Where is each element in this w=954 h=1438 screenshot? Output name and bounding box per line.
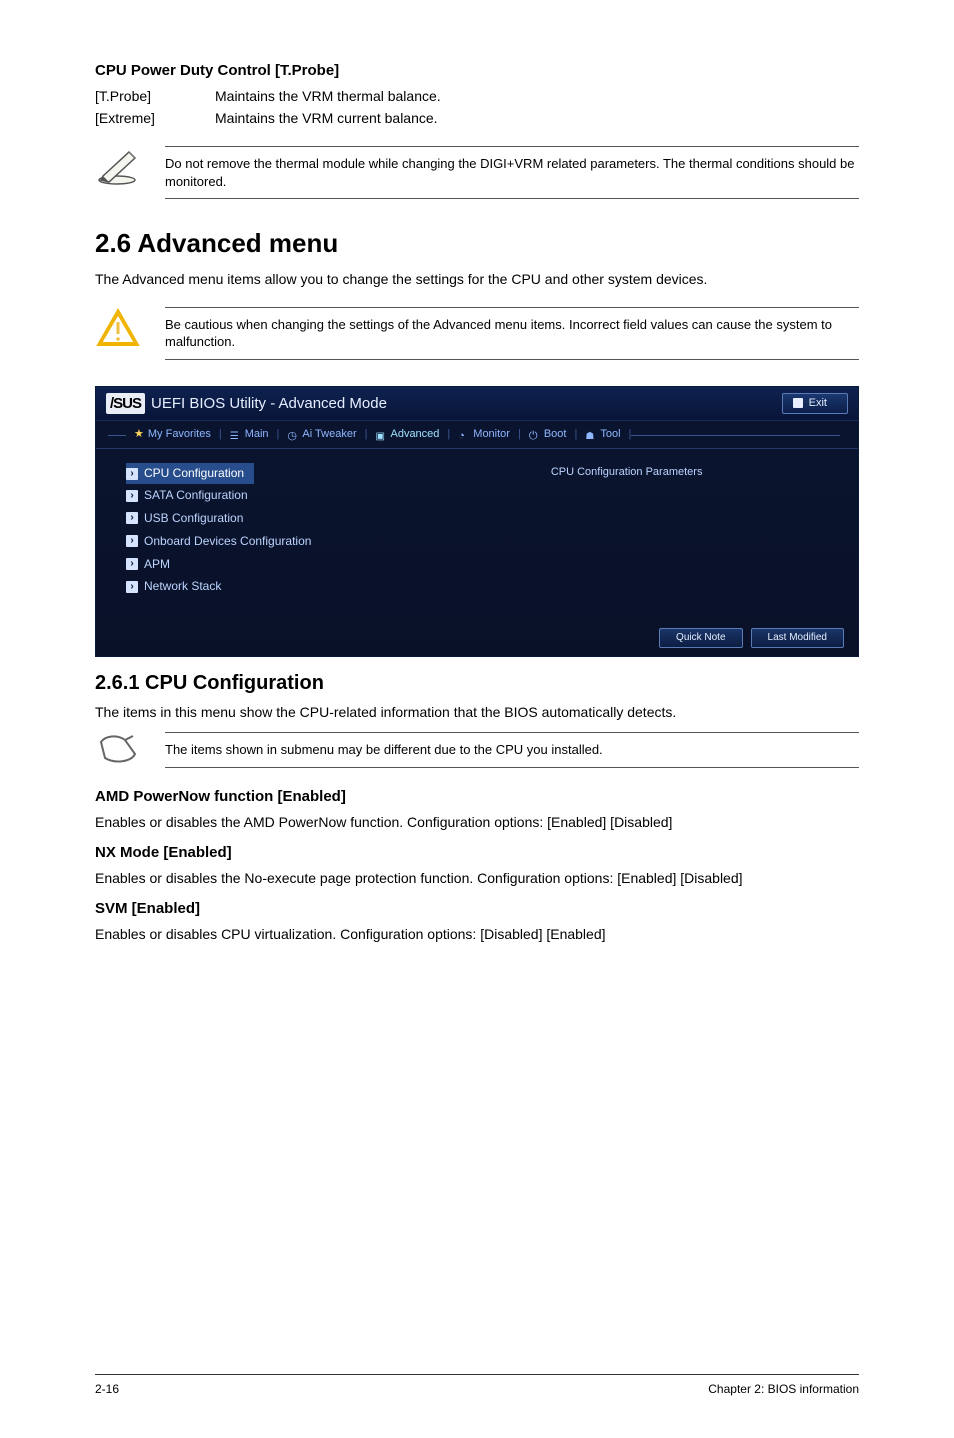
chevron-right-icon: › <box>126 490 138 502</box>
bios-item-apm[interactable]: ›APM <box>126 553 531 576</box>
bios-title: UEFI BIOS Utility - Advanced Mode <box>151 393 387 414</box>
tab-my-favorites[interactable]: ★My Favorites <box>126 421 219 448</box>
bios-item-sata-config[interactable]: ›SATA Configuration <box>126 484 531 507</box>
chapter-label: Chapter 2: BIOS information <box>708 1381 859 1398</box>
para-amd-powernow: Enables or disables the AMD PowerNow fun… <box>95 813 859 832</box>
heading-cpu-power-duty: CPU Power Duty Control [T.Probe] <box>95 60 859 81</box>
def-row: [T.Probe] Maintains the VRM thermal bala… <box>95 87 859 107</box>
pencil-icon <box>95 146 165 186</box>
def-desc: Maintains the VRM thermal balance. <box>215 87 441 107</box>
quick-note-button[interactable]: Quick Note <box>659 628 742 648</box>
tab-advanced[interactable]: Advanced <box>367 421 447 448</box>
bios-item-cpu-config[interactable]: ›CPU Configuration <box>126 463 254 484</box>
section-title-2-6: 2.6 Advanced menu <box>95 225 859 261</box>
caution-block: Be cautious when changing the settings o… <box>95 307 859 360</box>
bios-help-panel: CPU Configuration Parameters <box>531 463 840 614</box>
para-svm: Enables or disables CPU virtualization. … <box>95 925 859 944</box>
bios-item-onboard-devices[interactable]: ›Onboard Devices Configuration <box>126 530 531 553</box>
bios-item-usb-config[interactable]: ›USB Configuration <box>126 507 531 530</box>
tab-tool[interactable]: Tool <box>577 421 628 448</box>
chevron-right-icon: › <box>126 558 138 570</box>
bios-screenshot: /SUS UEFI BIOS Utility - Advanced Mode E… <box>95 386 859 658</box>
asus-logo: /SUS <box>106 393 145 414</box>
page-number: 2-16 <box>95 1381 119 1398</box>
tab-ai-tweaker[interactable]: Ai Tweaker <box>279 421 364 448</box>
hand-icon <box>95 732 165 766</box>
bios-tabs: ★My Favorites | Main | Ai Tweaker | Adva… <box>96 421 858 449</box>
heading-amd-powernow: AMD PowerNow function [Enabled] <box>95 786 859 807</box>
para-nx-mode: Enables or disables the No-execute page … <box>95 869 859 888</box>
info-note-block: The items shown in submenu may be differ… <box>95 732 859 768</box>
last-modified-button[interactable]: Last Modified <box>751 628 844 648</box>
page-footer: 2-16 Chapter 2: BIOS information <box>95 1374 859 1398</box>
note-text: Do not remove the thermal module while c… <box>165 146 859 199</box>
chevron-right-icon: › <box>126 581 138 593</box>
warning-icon <box>95 307 165 349</box>
heading-svm: SVM [Enabled] <box>95 898 859 919</box>
def-term: [T.Probe] <box>95 87 215 107</box>
tab-boot[interactable]: Boot <box>521 421 575 448</box>
chevron-right-icon: › <box>126 512 138 524</box>
exit-button[interactable]: Exit <box>782 393 848 414</box>
tab-monitor[interactable]: Monitor <box>450 421 518 448</box>
tab-main[interactable]: Main <box>222 421 277 448</box>
def-term: [Extreme] <box>95 109 215 129</box>
chevron-right-icon: › <box>126 468 138 480</box>
caution-text: Be cautious when changing the settings o… <box>165 307 859 360</box>
note-thermal: Do not remove the thermal module while c… <box>95 146 859 199</box>
definition-list: [T.Probe] Maintains the VRM thermal bala… <box>95 87 859 128</box>
info-note-text: The items shown in submenu may be differ… <box>165 732 859 768</box>
bios-menu-list: ›CPU Configuration ›SATA Configuration ›… <box>126 463 531 614</box>
def-row: [Extreme] Maintains the VRM current bala… <box>95 109 859 129</box>
chevron-right-icon: › <box>126 535 138 547</box>
bios-item-network-stack[interactable]: ›Network Stack <box>126 575 531 598</box>
section-2-6-intro: The Advanced menu items allow you to cha… <box>95 270 859 289</box>
bios-titlebar: /SUS UEFI BIOS Utility - Advanced Mode E… <box>96 387 858 421</box>
def-desc: Maintains the VRM current balance. <box>215 109 438 129</box>
subsection-title-2-6-1: 2.6.1 CPU Configuration <box>95 669 859 697</box>
heading-nx-mode: NX Mode [Enabled] <box>95 842 859 863</box>
section-2-6-1-intro: The items in this menu show the CPU-rela… <box>95 703 859 722</box>
